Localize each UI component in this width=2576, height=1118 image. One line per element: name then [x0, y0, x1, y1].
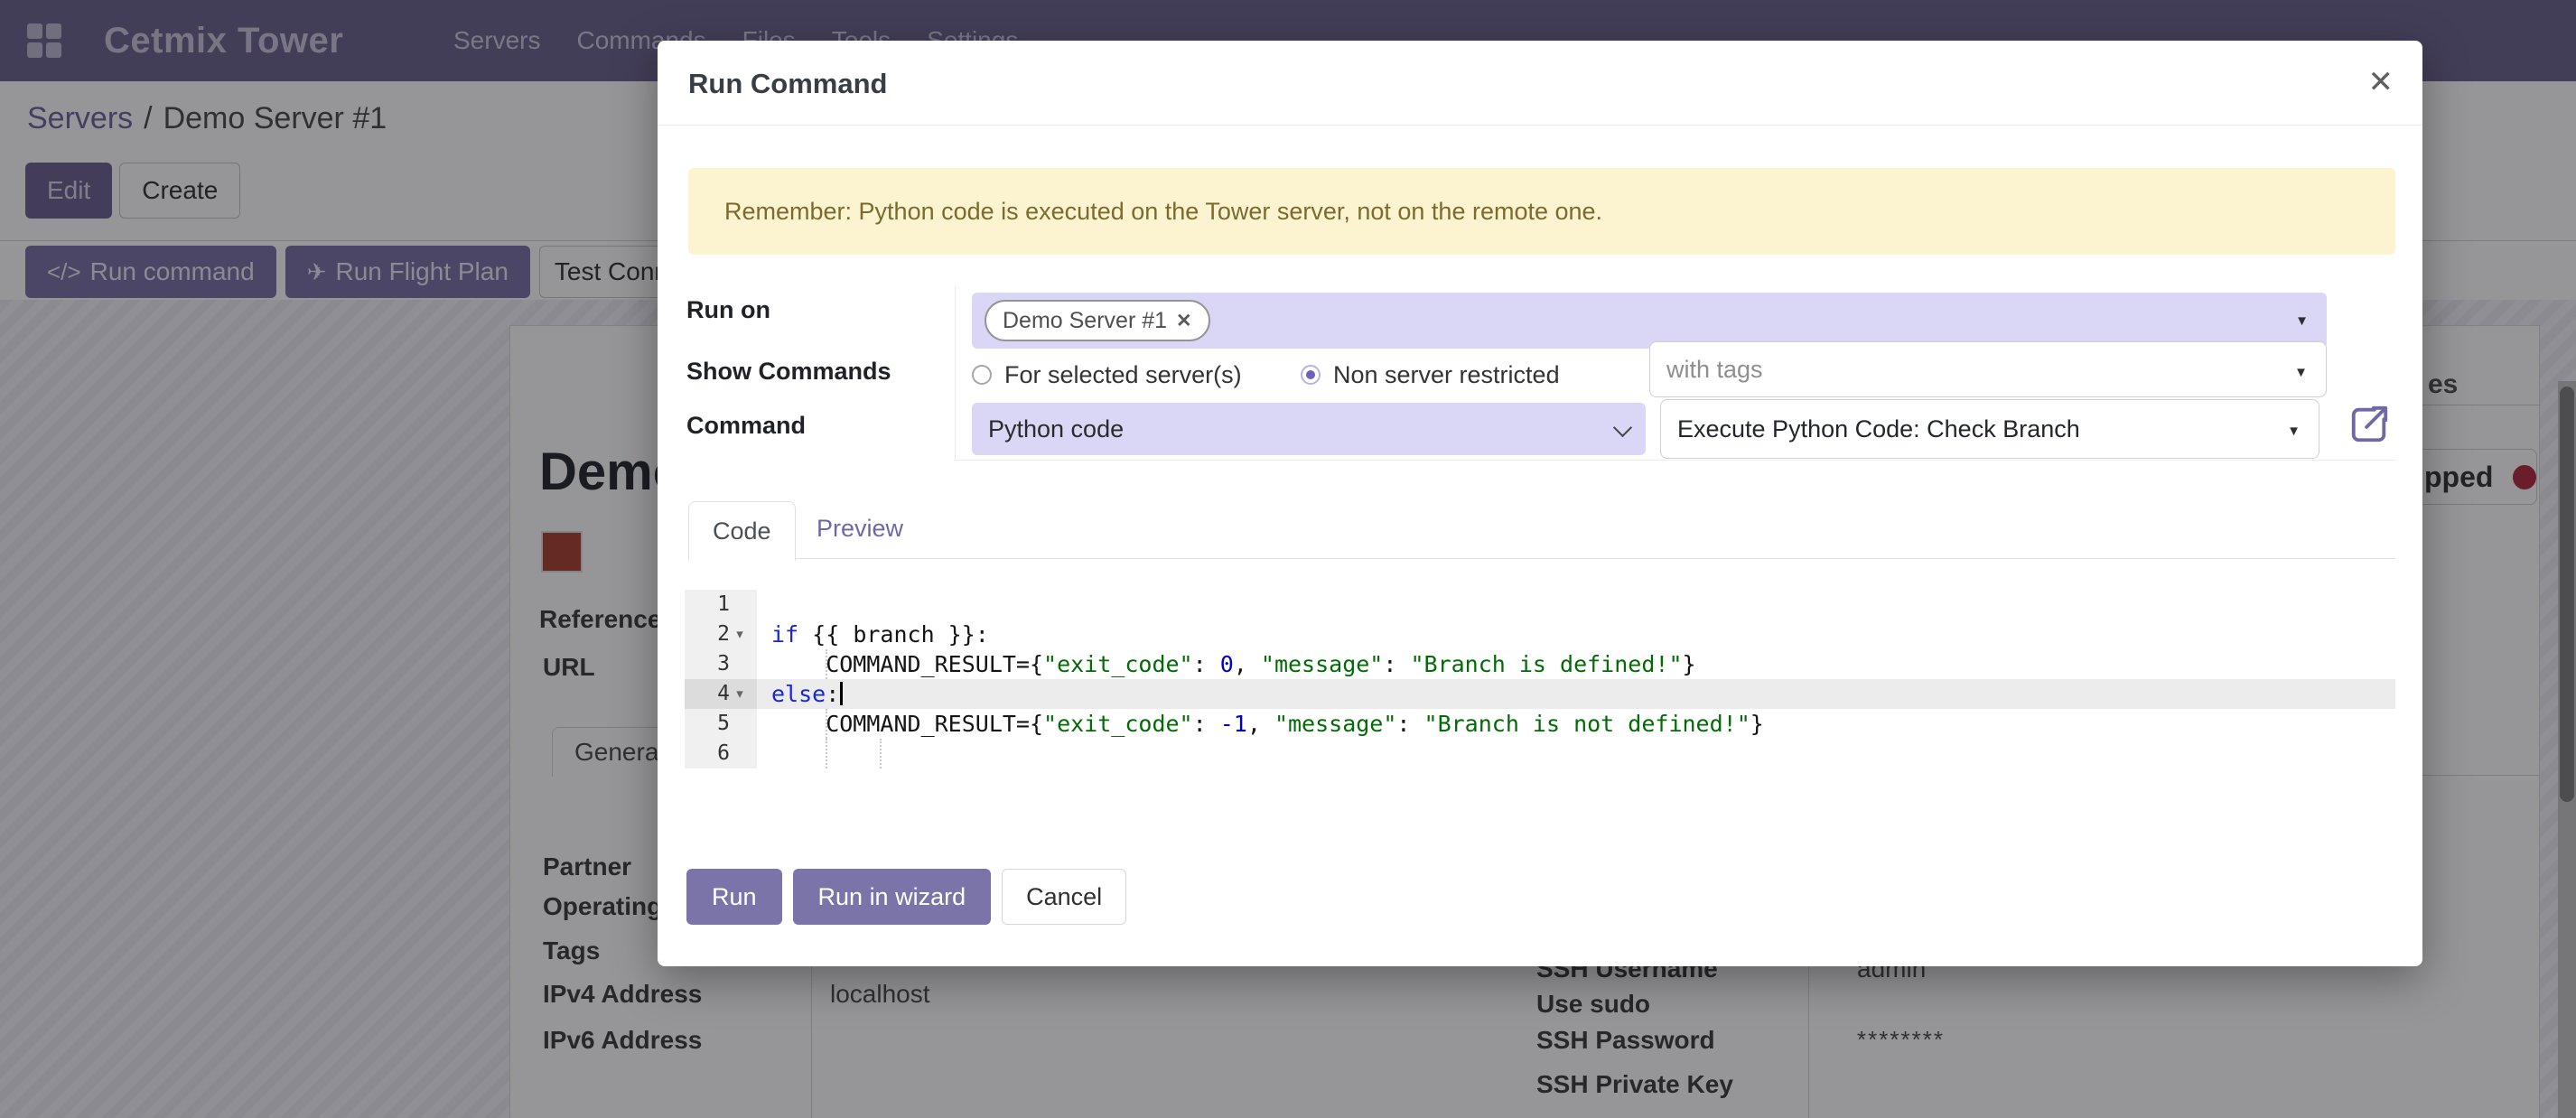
editor-code-line[interactable]: COMMAND_RESULT={"exit_code": -1, "messag… — [757, 709, 2395, 739]
code-token: "Branch is not defined!" — [1424, 711, 1750, 737]
indent-guide — [826, 739, 827, 769]
code-token: "exit_code" — [1043, 711, 1193, 737]
run-in-wizard-button[interactable]: Run in wizard — [793, 869, 992, 925]
code-editor[interactable]: 12▾if {{ branch }}:3 COMMAND_RESULT={"ex… — [685, 590, 2395, 769]
radio-non-server-restricted[interactable] — [1301, 365, 1321, 385]
code-token: -1 — [1220, 711, 1247, 737]
editor-code-line[interactable]: else: — [757, 679, 2395, 709]
indent-guide — [826, 709, 827, 739]
run-on-label: Run on — [686, 296, 770, 324]
fold-arrow-icon[interactable]: ▾ — [730, 620, 750, 649]
code-token: , — [1234, 651, 1261, 677]
code-token: "message" — [1261, 651, 1383, 677]
code-token: , — [1247, 711, 1274, 737]
code-token: : — [826, 681, 839, 707]
editor-gutter-cell: 4▾ — [685, 679, 757, 709]
editor-code-line[interactable] — [757, 739, 2395, 769]
line-number: 2 — [694, 620, 730, 649]
editor-gutter-cell: 5 — [685, 709, 757, 739]
with-tags-dropdown[interactable]: with tags ▼ — [1649, 341, 2327, 397]
editor-code-line[interactable]: if {{ branch }}: — [757, 620, 2395, 649]
code-token: : — [1383, 651, 1410, 677]
code-token: COMMAND_RESULT={ — [771, 711, 1043, 737]
code-token: 0 — [1220, 651, 1234, 677]
command-reference-dropdown[interactable]: Execute Python Code: Check Branch ▼ — [1660, 399, 2319, 459]
editor-code-line[interactable]: COMMAND_RESULT={"exit_code": 0, "message… — [757, 649, 2395, 679]
code-token: : — [1396, 711, 1423, 737]
code-token: "message" — [1274, 711, 1396, 737]
tab-code[interactable]: Code — [688, 501, 796, 561]
form-column-divider — [955, 286, 956, 460]
external-link-icon[interactable] — [2348, 404, 2390, 445]
form-row-divider — [955, 460, 2395, 461]
fold-arrow-icon[interactable]: ▾ — [730, 679, 750, 709]
line-number: 4 — [694, 679, 730, 709]
editor-line-1: 1 — [685, 590, 2395, 620]
code-token: else — [771, 681, 826, 707]
command-reference-value: Execute Python Code: Check Branch — [1677, 415, 2080, 443]
code-token: : — [1193, 651, 1220, 677]
editor-line-2: 2▾if {{ branch }}: — [685, 620, 2395, 649]
indent-guide — [880, 739, 882, 769]
command-type-select[interactable]: Python code — [972, 403, 1646, 455]
modal-footer: Run Run in wizard Cancel — [686, 869, 1126, 925]
code-token: : — [1193, 711, 1220, 737]
command-type-value: Python code — [988, 415, 1124, 443]
line-number: 6 — [694, 739, 730, 769]
tab-preview[interactable]: Preview — [817, 515, 903, 543]
code-token: } — [1683, 651, 1696, 677]
indent-guide — [826, 649, 827, 679]
code-token: COMMAND_RESULT={ — [771, 651, 1043, 677]
line-number: 3 — [694, 649, 730, 679]
command-label: Command — [686, 412, 806, 440]
code-token: {{ branch }}: — [798, 621, 989, 648]
editor-gutter-cell: 1 — [685, 590, 757, 620]
tag-remove-icon[interactable]: ✕ — [1176, 310, 1192, 332]
chevron-down-icon: ▼ — [2294, 365, 2308, 380]
cancel-button[interactable]: Cancel — [1002, 869, 1126, 925]
radio-for-selected-servers-label[interactable]: For selected server(s) — [1004, 361, 1242, 389]
screen: Cetmix Tower ServersCommandsFilesToolsSe… — [0, 0, 2576, 1118]
chevron-down-icon: ▼ — [2287, 424, 2301, 439]
editor-line-4: 4▾else: — [685, 679, 2395, 709]
code-token: "exit_code" — [1043, 651, 1193, 677]
show-commands-label: Show Commands — [686, 358, 891, 386]
editor-code-line[interactable] — [757, 590, 2395, 620]
editor-gutter-cell: 2▾ — [685, 620, 757, 649]
code-token: } — [1750, 711, 1764, 737]
tabs-underline — [688, 558, 2395, 559]
editor-line-3: 3 COMMAND_RESULT={"exit_code": 0, "messa… — [685, 649, 2395, 679]
modal-title: Run Command — [688, 68, 887, 100]
radio-for-selected-servers[interactable] — [972, 365, 992, 385]
server-tag[interactable]: Demo Server #1 ✕ — [985, 300, 1210, 341]
chevron-down-icon: ▼ — [2295, 313, 2309, 329]
radio-non-server-restricted-label[interactable]: Non server restricted — [1333, 361, 1560, 389]
close-icon[interactable]: ✕ — [2368, 64, 2394, 100]
editor-gutter-cell: 6 — [685, 739, 757, 769]
text-cursor — [840, 682, 843, 705]
code-token: if — [771, 621, 798, 648]
with-tags-placeholder: with tags — [1666, 356, 1763, 384]
line-number: 5 — [694, 709, 730, 739]
editor-line-6: 6 — [685, 739, 2395, 769]
modal-header-divider — [658, 125, 2422, 126]
run-command-modal: Run Command ✕ Remember: Python code is e… — [658, 41, 2422, 966]
editor-gutter-cell: 3 — [685, 649, 757, 679]
run-button[interactable]: Run — [686, 869, 782, 925]
select-chevron-icon — [1613, 418, 1632, 437]
run-on-field[interactable]: Demo Server #1 ✕ ▼ — [972, 293, 2327, 349]
warning-banner: Remember: Python code is executed on the… — [688, 168, 2395, 255]
server-tag-label: Demo Server #1 — [1003, 308, 1167, 334]
line-number: 1 — [694, 590, 730, 620]
code-token: "Branch is defined!" — [1410, 651, 1682, 677]
editor-line-5: 5 COMMAND_RESULT={"exit_code": -1, "mess… — [685, 709, 2395, 739]
